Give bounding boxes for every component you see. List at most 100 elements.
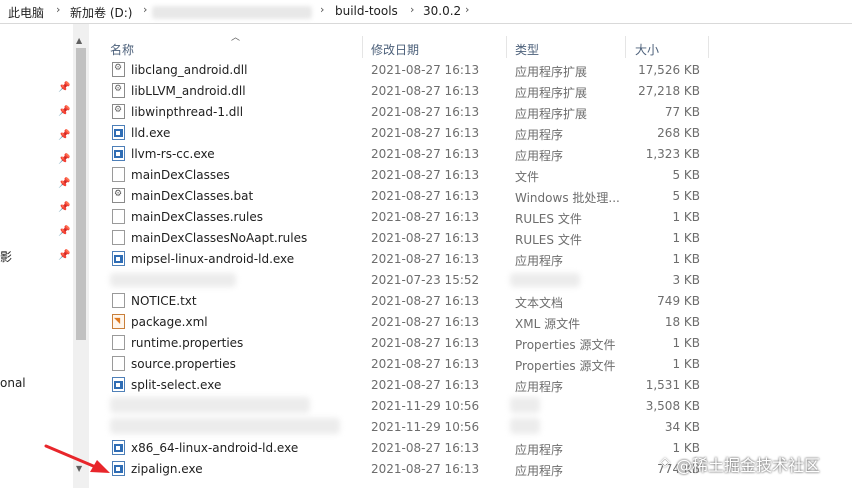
redacted-type xyxy=(510,418,540,434)
breadcrumb-drive[interactable]: 新加卷 (D:) xyxy=(70,4,132,21)
scrollbar-thumb[interactable] xyxy=(76,48,86,340)
file-type: Properties 源文件 xyxy=(515,338,616,352)
nav-item-label[interactable]: 影 xyxy=(0,248,12,265)
pin-icon[interactable]: 📌 xyxy=(58,226,70,237)
file-name: x86_64-linux-android-ld.exe xyxy=(131,441,299,455)
breadcrumb-separator[interactable]: › xyxy=(320,3,324,16)
column-header-size[interactable]: 大小 xyxy=(635,41,659,58)
file-name: libclang_android.dll xyxy=(131,63,248,77)
exe-icon xyxy=(112,146,125,161)
column-divider[interactable] xyxy=(362,36,363,58)
file-date: 2021-08-27 16:13 xyxy=(371,294,480,308)
breadcrumb-separator[interactable]: › xyxy=(410,3,414,16)
file-date: 2021-11-29 10:56 xyxy=(371,420,480,434)
file-row[interactable]: mainDexClasses 2021-08-27 16:13 文件 5 KB xyxy=(90,165,852,186)
pin-icon[interactable]: 📌 xyxy=(58,130,70,141)
breadcrumb-version[interactable]: 30.0.2 xyxy=(423,4,461,18)
file-size: 268 KB xyxy=(657,126,700,140)
file-icon xyxy=(112,356,125,371)
breadcrumb-separator[interactable]: › xyxy=(56,3,60,16)
file-row[interactable]: split-select.exe 2021-08-27 16:13 应用程序 1,53… xyxy=(90,375,852,396)
file-row[interactable]: mainDexClasses.bat 2021-08-27 16:13 Window… xyxy=(90,186,852,207)
dll-icon xyxy=(112,104,125,119)
file-name: mainDexClasses.rules xyxy=(131,210,264,224)
file-row[interactable]: mainDexClasses.rules 2021-08-27 16:13 RULE… xyxy=(90,207,852,228)
column-divider[interactable] xyxy=(708,36,709,58)
file-row[interactable]: libclang_android.dll 2021-08-27 16:13 应用程序… xyxy=(90,60,852,81)
file-date: 2021-08-27 16:13 xyxy=(371,231,480,245)
watermark-logo-icon: ◈ xyxy=(660,455,670,470)
nav-scrollbar[interactable]: ▲ ▼ xyxy=(73,24,89,488)
file-row[interactable]: lld.exe 2021-08-27 16:13 应用程序 268 KB xyxy=(90,123,852,144)
file-date: 2021-08-27 16:13 xyxy=(371,315,480,329)
file-row[interactable]: NOTICE.txt 2021-08-27 16:13 文本文档 749 KB xyxy=(90,291,852,312)
file-row[interactable]: 2021-11-29 10:56 34 KB xyxy=(90,417,852,438)
file-type: 应用程序扩展 xyxy=(515,107,588,121)
pin-icon[interactable]: 📌 xyxy=(58,82,70,93)
file-name: mainDexClasses.bat xyxy=(131,189,254,203)
column-header-date[interactable]: 修改日期 xyxy=(371,41,419,58)
file-row[interactable]: 2021-07-23 15:52 3 KB xyxy=(90,270,852,291)
file-date: 2021-08-27 16:13 xyxy=(371,105,480,119)
scroll-up-arrow-icon[interactable]: ▲ xyxy=(76,36,82,45)
breadcrumb-separator[interactable]: › xyxy=(465,3,469,16)
file-icon xyxy=(112,167,125,182)
file-type: XML 源文件 xyxy=(515,317,581,331)
file-name: runtime.properties xyxy=(131,336,244,350)
file-type: 应用程序扩展 xyxy=(515,86,588,100)
file-icon xyxy=(112,230,125,245)
column-divider[interactable] xyxy=(506,36,507,58)
file-date: 2021-07-23 15:52 xyxy=(371,273,480,287)
nav-item-label[interactable]: onal xyxy=(0,376,26,390)
breadcrumb-separator[interactable]: › xyxy=(143,3,147,16)
breadcrumb-build-tools[interactable]: build-tools xyxy=(335,4,398,18)
pin-icon[interactable]: 📌 xyxy=(58,106,70,117)
file-row[interactable]: mainDexClassesNoAapt.rules 2021-08-27 16:… xyxy=(90,228,852,249)
file-icon xyxy=(112,209,125,224)
file-name: lld.exe xyxy=(131,126,171,140)
file-date: 2021-08-27 16:13 xyxy=(371,252,480,266)
file-row[interactable]: 2021-11-29 10:56 3,508 KB xyxy=(90,396,852,417)
redacted-path xyxy=(152,6,312,19)
column-divider[interactable] xyxy=(625,36,626,58)
column-header-type[interactable]: 类型 xyxy=(515,41,539,58)
watermark: @稀土掘金技术社区 xyxy=(676,456,821,475)
exe-icon xyxy=(112,251,125,266)
file-date: 2021-08-27 16:13 xyxy=(371,336,480,350)
file-row[interactable]: libLLVM_android.dll 2021-08-27 16:13 应用程序扩… xyxy=(90,81,852,102)
file-row[interactable]: libwinpthread-1.dll 2021-08-27 16:13 应用程序扩… xyxy=(90,102,852,123)
bat-icon xyxy=(112,188,125,203)
file-size: 1,323 KB xyxy=(645,147,700,161)
file-size: 1 KB xyxy=(672,252,700,266)
file-row[interactable]: package.xml 2021-08-27 16:13 XML 源文件 18 KB xyxy=(90,312,852,333)
redacted-type xyxy=(510,273,580,287)
annotation-arrow-icon xyxy=(44,444,110,473)
file-name: llvm-rs-cc.exe xyxy=(131,147,215,161)
file-size: 1 KB xyxy=(672,357,700,371)
file-size: 34 KB xyxy=(664,420,700,434)
file-date: 2021-08-27 16:13 xyxy=(371,462,480,476)
pin-icon[interactable]: 📌 xyxy=(58,202,70,213)
column-header-row: 名称 修改日期 类型 大小 xyxy=(90,34,852,60)
file-icon xyxy=(112,293,125,308)
file-size: 1 KB xyxy=(672,336,700,350)
file-row[interactable]: mipsel-linux-android-ld.exe 2021-08-27 16… xyxy=(90,249,852,270)
file-name: mainDexClasses xyxy=(131,168,230,182)
file-row[interactable]: runtime.properties 2021-08-27 16:13 Proper… xyxy=(90,333,852,354)
pin-icon[interactable]: 📌 xyxy=(58,154,70,165)
file-type: 应用程序 xyxy=(515,443,564,457)
column-header-name[interactable]: 名称 xyxy=(110,41,134,58)
file-row[interactable]: source.properties 2021-08-27 16:13 Propert… xyxy=(90,354,852,375)
file-size: 1 KB xyxy=(672,210,700,224)
pin-icon[interactable]: 📌 xyxy=(58,178,70,189)
breadcrumb-this-pc[interactable]: 此电脑 xyxy=(8,4,44,21)
redacted-name xyxy=(110,418,340,434)
file-size: 77 KB xyxy=(664,105,700,119)
file-date: 2021-08-27 16:13 xyxy=(371,63,480,77)
file-date: 2021-08-27 16:13 xyxy=(371,168,480,182)
pin-icon[interactable]: 📌 xyxy=(58,250,70,261)
file-size: 17,526 KB xyxy=(638,63,700,77)
file-row[interactable]: llvm-rs-cc.exe 2021-08-27 16:13 应用程序 1,323 … xyxy=(90,144,852,165)
file-name: source.properties xyxy=(131,357,236,371)
file-name: mipsel-linux-android-ld.exe xyxy=(131,252,295,266)
